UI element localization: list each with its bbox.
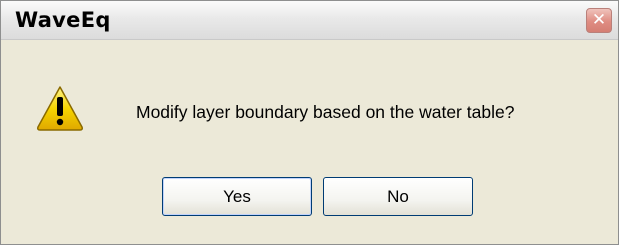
window-title: WaveEq: [15, 8, 111, 32]
close-icon: ✕: [591, 10, 607, 30]
dialog-window: WaveEq ✕ Modify layer boundary based on …: [0, 0, 619, 245]
no-button-label: No: [387, 186, 409, 206]
yes-button[interactable]: Yes: [162, 177, 312, 216]
dialog-message: Modify layer boundary based on the water…: [136, 102, 515, 122]
warning-icon: [37, 86, 83, 131]
no-button[interactable]: No: [323, 177, 473, 216]
title-bar[interactable]: WaveEq ✕: [1, 1, 618, 40]
close-button[interactable]: ✕: [586, 8, 612, 33]
dialog-body: Modify layer boundary based on the water…: [1, 40, 618, 244]
yes-button-label: Yes: [223, 186, 251, 206]
